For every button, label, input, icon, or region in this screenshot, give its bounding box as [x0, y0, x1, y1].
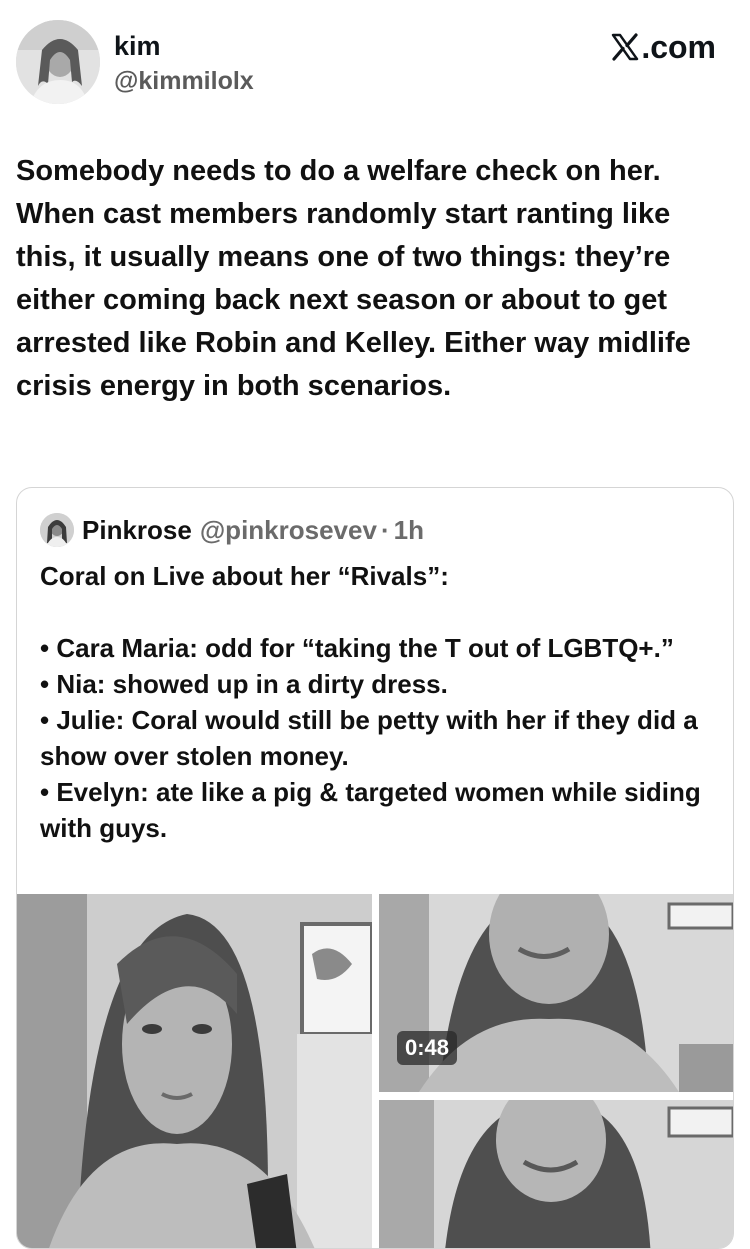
quoted-bullet: • Julie: Coral would still be petty with… — [40, 705, 698, 771]
quoted-intro-line: Coral on Live about her “Rivals”: — [40, 561, 449, 591]
quoted-post-header: Pinkrose @pinkrosevev · 1h — [40, 512, 424, 548]
separator-dot: · — [380, 514, 390, 545]
quoted-media-grid: 0:48 — [17, 894, 733, 1248]
quoted-post-time[interactable]: 1h — [394, 515, 424, 546]
quoted-author-name[interactable]: Pinkrose — [82, 515, 192, 546]
quoted-author-handle[interactable]: @pinkrosevev — [200, 515, 377, 546]
media-thumbnail-top-right[interactable]: 0:48 — [379, 894, 733, 1092]
quoted-bullet: • Nia: showed up in a dirty dress. — [40, 669, 448, 699]
post-header: kim @kimmilolx .com — [16, 20, 734, 106]
quoted-bullet: • Evelyn: ate like a pig & targeted wome… — [40, 777, 701, 843]
quoted-post-text: Coral on Live about her “Rivals”: • Cara… — [40, 558, 720, 846]
source-domain: .com — [641, 29, 716, 65]
media-thumbnail-bottom-right[interactable] — [379, 1100, 733, 1248]
author-handle[interactable]: @kimmilolx — [114, 66, 254, 96]
quoted-bullet: • Cara Maria: odd for “taking the T out … — [40, 633, 674, 663]
video-duration-badge: 0:48 — [397, 1031, 458, 1065]
author-block: kim @kimmilolx — [114, 30, 254, 96]
post-text: Somebody needs to do a welfare check on … — [16, 155, 691, 402]
quoted-post[interactable]: Pinkrose @pinkrosevev · 1h Coral on Live… — [16, 487, 734, 1249]
media-thumbnail-left[interactable] — [17, 894, 372, 1248]
source-label: .com — [610, 28, 716, 66]
x-logo-icon — [612, 33, 639, 61]
author-display-name[interactable]: kim — [114, 30, 254, 62]
quoted-author-avatar[interactable] — [40, 513, 74, 547]
author-avatar[interactable] — [16, 20, 100, 104]
